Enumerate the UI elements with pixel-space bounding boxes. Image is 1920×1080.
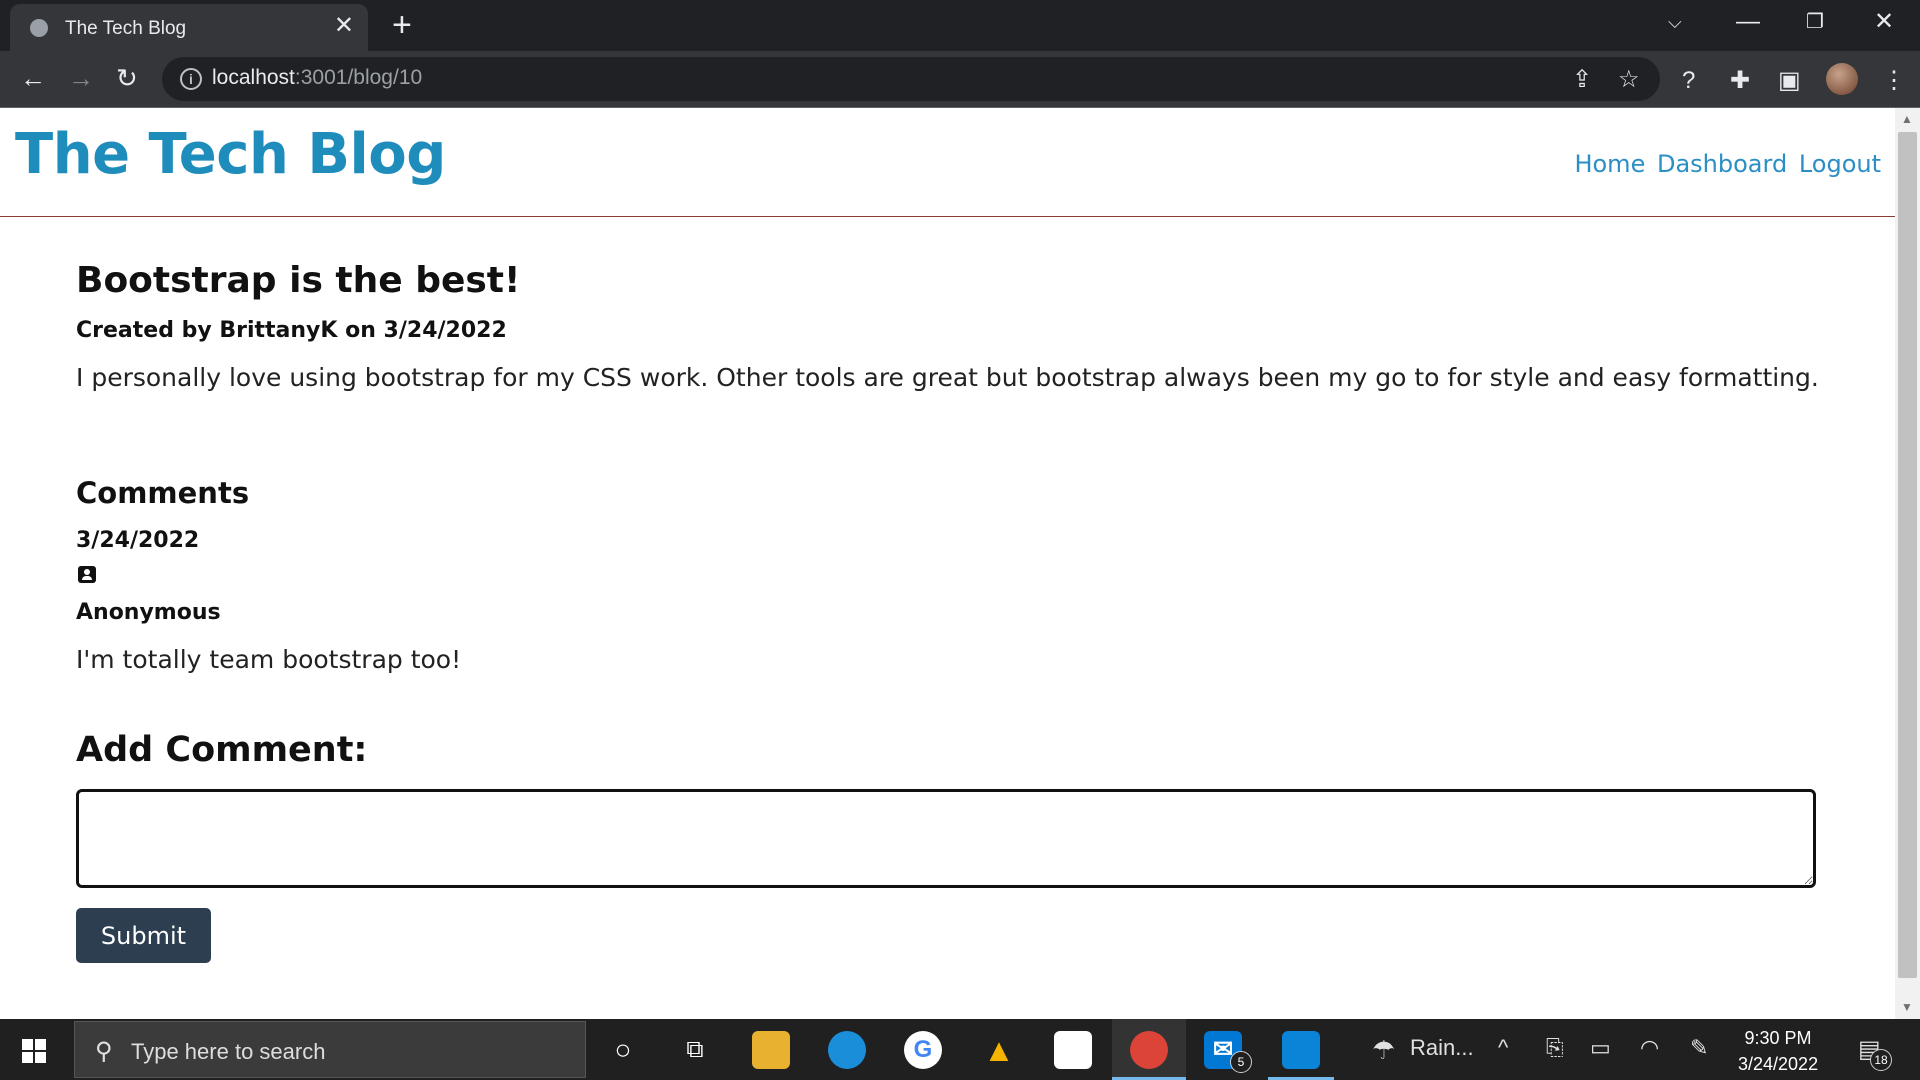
cortana-icon[interactable]: ○ <box>604 1031 642 1069</box>
site-title[interactable]: The Tech Blog <box>15 122 446 187</box>
pen-icon[interactable]: ✎ <box>1690 1035 1708 1061</box>
microsoft-store-icon[interactable] <box>1054 1031 1092 1069</box>
weather-icon[interactable]: ☂ <box>1372 1035 1395 1066</box>
url-path: :3001/blog/10 <box>294 66 423 89</box>
nav-home-link[interactable]: Home <box>1574 150 1645 178</box>
close-window-icon[interactable]: ✕ <box>1874 6 1894 38</box>
comments-heading: Comments <box>76 476 250 510</box>
vscode-icon <box>1282 1031 1320 1069</box>
windows-taskbar: ⚲ Type here to search ○ ⧉ G ▲ ✉ 5 ☂ Rain… <box>0 1019 1920 1080</box>
share-icon[interactable]: ⇪ <box>1572 65 1592 94</box>
restore-icon[interactable]: ❐ <box>1806 6 1824 38</box>
mail-badge: 5 <box>1230 1051 1252 1073</box>
nav-dashboard-link[interactable]: Dashboard <box>1657 150 1787 178</box>
browser-toolbar: ← → ↻ i localhost:3001/blog/10 ⇪ ☆ ? ✚ ▣… <box>0 51 1920 108</box>
scroll-up-icon[interactable]: ▲ <box>1901 112 1913 126</box>
bookmark-star-icon[interactable]: ☆ <box>1618 65 1640 94</box>
reload-icon[interactable]: ↻ <box>116 61 138 95</box>
comment-date: 3/24/2022 <box>76 528 200 553</box>
minimize-icon[interactable]: — <box>1736 6 1760 38</box>
page-scrollbar[interactable]: ▲ ▼ <box>1895 108 1920 1019</box>
close-tab-icon[interactable]: ✕ <box>334 14 354 38</box>
file-explorer-icon[interactable] <box>752 1031 790 1069</box>
clock-time: 9:30 PM <box>1744 1028 1812 1048</box>
menu-kebab-icon[interactable]: ⋮ <box>1882 67 1906 95</box>
forward-icon[interactable]: → <box>68 61 94 95</box>
weather-label[interactable]: Rain... <box>1410 1035 1474 1061</box>
address-bar[interactable]: i localhost:3001/blog/10 ⇪ ☆ <box>162 57 1660 101</box>
url-host: localhost <box>212 66 295 89</box>
google-icon[interactable]: G <box>904 1031 942 1069</box>
post-meta: Created by BrittanyK on 3/24/2022 <box>76 318 507 343</box>
new-tab-icon[interactable]: + <box>392 6 412 44</box>
search-placeholder: Type here to search <box>131 1039 326 1064</box>
back-icon[interactable]: ← <box>20 61 46 95</box>
post-body: I personally love using bootstrap for my… <box>76 363 1819 392</box>
task-view-icon[interactable]: ⧉ <box>676 1031 714 1069</box>
windows-start-icon[interactable] <box>22 1039 46 1063</box>
post-title: Bootstrap is the best! <box>76 260 521 301</box>
browser-tab[interactable]: The Tech Blog ✕ <box>10 4 368 51</box>
clock-date: 3/24/2022 <box>1738 1054 1819 1074</box>
comment-text: I'm totally team bootstrap too! <box>76 645 462 674</box>
site-info-icon[interactable]: i <box>180 68 202 90</box>
notification-badge: 18 <box>1870 1049 1892 1071</box>
user-badge-icon <box>78 566 96 583</box>
tray-overflow-icon[interactable]: ^ <box>1498 1035 1508 1061</box>
url-text[interactable]: localhost:3001/blog/10 <box>212 66 422 90</box>
meet-now-icon[interactable]: ⎘ <box>1546 1035 1564 1061</box>
extension-help-icon[interactable]: ? <box>1682 67 1695 95</box>
globe-icon <box>30 19 48 37</box>
wifi-icon[interactable]: ◠ <box>1640 1035 1659 1061</box>
tab-title: The Tech Blog <box>65 18 187 39</box>
scroll-down-icon[interactable]: ▼ <box>1901 1000 1913 1014</box>
tab-search-icon[interactable]: ⌵ <box>1668 6 1682 38</box>
browser-tab-strip: The Tech Blog ✕ + ⌵ — ❐ ✕ <box>0 0 1920 51</box>
chrome-icon <box>1130 1031 1168 1069</box>
google-drive-icon[interactable]: ▲ <box>980 1031 1018 1069</box>
taskbar-clock[interactable]: 9:30 PM 3/24/2022 <box>1738 1025 1818 1077</box>
side-panel-icon[interactable]: ▣ <box>1778 67 1801 95</box>
vscode-taskbar-item[interactable] <box>1264 1019 1338 1080</box>
taskbar-search-box[interactable]: ⚲ Type here to search <box>74 1021 586 1078</box>
battery-icon[interactable]: ▭ <box>1590 1035 1611 1061</box>
page-viewport: The Tech Blog Home Dashboard Logout Boot… <box>0 108 1895 1019</box>
comment-author: Anonymous <box>76 600 221 625</box>
nav-logout-link[interactable]: Logout <box>1799 150 1881 178</box>
search-icon: ⚲ <box>95 1038 113 1065</box>
site-header: The Tech Blog Home Dashboard Logout <box>0 108 1895 217</box>
extensions-puzzle-icon[interactable]: ✚ <box>1730 67 1750 95</box>
chrome-taskbar-item[interactable] <box>1112 1019 1186 1080</box>
add-comment-heading: Add Comment: <box>76 730 368 770</box>
main-nav: Home Dashboard Logout <box>1570 150 1881 178</box>
comment-textarea[interactable] <box>76 789 1816 888</box>
profile-avatar[interactable] <box>1826 63 1858 95</box>
scrollbar-thumb[interactable] <box>1898 132 1917 978</box>
edge-icon[interactable] <box>828 1031 866 1069</box>
submit-button[interactable]: Submit <box>76 908 211 963</box>
